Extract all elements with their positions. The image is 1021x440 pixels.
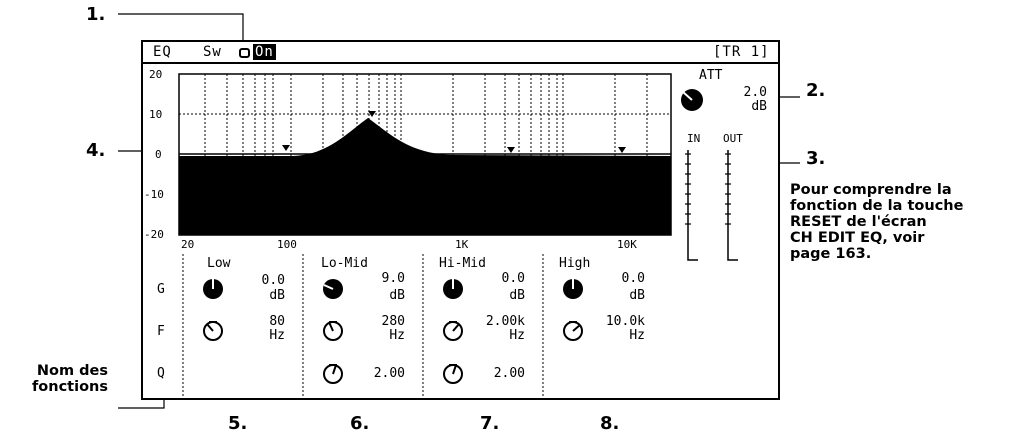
himid-freq-value[interactable]: 2.00k [461,315,525,329]
low-gain-unit: dB [269,288,285,303]
high-freq-unit: Hz [629,328,645,343]
meter-out-label: OUT [723,132,743,145]
himid-q-value[interactable]: 2.00 [473,367,525,381]
low-freq-value[interactable]: 80 [233,315,285,329]
band-name-high: High [559,256,591,271]
row-label-freq: F [157,324,165,339]
lomid-q-value[interactable]: 2.00 [353,367,405,381]
lomid-freq-unit: Hz [389,328,405,343]
himid-gain-value[interactable]: 0.0 [473,272,525,286]
high-gain-value[interactable]: 0.0 [593,272,645,286]
band-name-lomid: Lo-Mid [321,256,368,271]
lomid-gain-unit: dB [389,288,405,303]
low-gain-value[interactable]: 0.0 [233,274,285,288]
meter-in-label: IN [687,132,701,145]
high-gain-unit: dB [629,288,645,303]
att-unit: dB [751,99,767,114]
row-label-gain: G [157,282,165,297]
himid-gain-unit: dB [509,288,525,303]
band-name-low: Low [207,256,231,271]
lomid-freq-value[interactable]: 280 [353,315,405,329]
att-value: 2.0 [743,85,767,100]
band-name-himid: Hi-Mid [439,256,486,271]
lomid-gain-value[interactable]: 9.0 [353,272,405,286]
eq-curve-graph [178,73,738,398]
row-label-q: Q [157,366,165,381]
att-label: ATT [699,68,723,83]
eq-screen: EQ Sw On [TR 1] 20 10 0 -10 -20 20 100 1… [141,40,780,400]
himid-freq-unit: Hz [509,328,525,343]
low-freq-unit: Hz [269,328,285,343]
high-freq-value[interactable]: 10.0k [581,315,645,329]
